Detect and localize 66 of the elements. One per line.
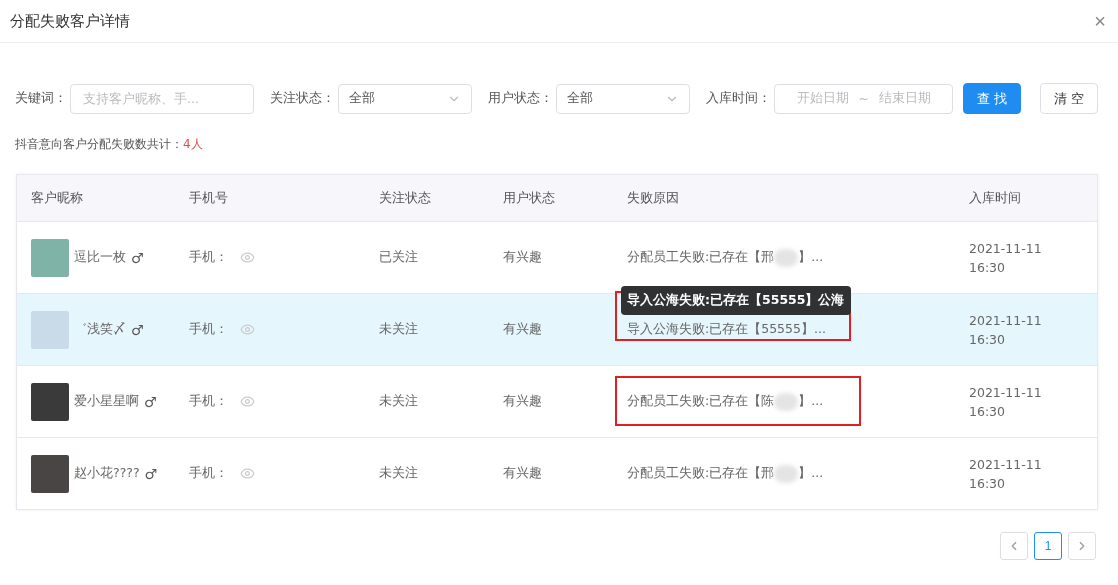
time-text: 16:30 [969,475,1007,491]
nickname-text: 爱小星星啊 [74,393,139,410]
follow-status-text: 未关注 [379,393,419,410]
eye-icon[interactable] [240,394,255,409]
follow-status-text: 未关注 [379,465,419,482]
column-header: 入库时间 [969,189,1022,207]
user-status-text: 有兴趣 [503,321,543,338]
nickname-text: 逗比一枚 [74,249,126,266]
photo-placeholder [31,310,69,349]
reason-text: 导入公海失败:已存在【55555】... [627,321,826,338]
keyword-label: 关键词： [15,90,67,107]
time-text: 16:30 [969,331,1007,347]
reason-text: 分配员工失败:已存在【陈 [627,393,775,410]
gender-text: ♂ [144,393,157,410]
gender-text: ♂ [131,249,144,266]
eye-icon[interactable] [240,322,255,337]
photo-placeholder [31,238,69,277]
summary-text: 抖音意向客户分配失败数共计：4人 [14,136,204,153]
column-header: 关注状态 [379,189,432,207]
user-status-text: 有兴趣 [503,465,543,482]
column-header: 客户昵称 [31,189,84,207]
photo-placeholder [31,454,69,493]
nickname-text: 赵小花???? [74,465,140,482]
close-button[interactable]: × [1094,9,1106,33]
ellipsis-text: 】... [798,393,824,410]
phone-label: 手机： [189,393,228,410]
date-text: 2021-11-11 [969,312,1043,328]
gender-text: ♂ [144,465,158,482]
user-status-select[interactable]: 全部 [556,83,691,114]
date-range-field[interactable]: 开始日期 ~ 结束日期 [774,83,954,114]
time-text: 16:30 [969,259,1007,275]
phone-label: 手机： [189,465,228,482]
time-text: 16:30 [969,403,1007,419]
dialog-title: 分配失败客户详情 [10,11,130,31]
date-text: 2021-11-11 [969,456,1043,472]
tooltip: 导入公海失败:已存在【55555】公海 [621,286,851,315]
reason-text: 分配员工失败:已存在【邢 [627,465,775,482]
follow-status-select[interactable]: 全部 [338,83,473,114]
page-button[interactable]: 1 [1034,532,1062,560]
column-header: 失败原因 [627,189,680,207]
photo-placeholder [31,382,69,421]
previous-page-button[interactable] [1000,532,1028,560]
keyword-field[interactable]: 支持客户昵称、手... [70,83,255,114]
column-header: 手机号 [189,189,229,207]
search-button[interactable]: 查 找 [963,83,1022,114]
follow-status-text: 未关注 [379,321,419,338]
clear-button[interactable]: 清 空 [1040,83,1098,114]
follow-status-label: 关注状态： [270,90,336,107]
date-text: 2021-11-11 [969,384,1043,400]
user-status-text: 有兴趣 [503,393,543,410]
eye-icon[interactable] [240,466,255,481]
user-status-text: 有兴趣 [503,249,543,266]
next-page-button[interactable] [1068,532,1096,560]
phone-label: 手机： [189,249,228,266]
user-status-label: 用户状态： [488,90,554,107]
follow-status-text: 已关注 [379,249,419,266]
column-header: 用户状态 [503,189,556,207]
nickname-text: ゛浅笑〆 [74,321,126,338]
date-text: 2021-11-11 [969,240,1043,256]
eye-icon[interactable] [240,250,255,265]
reason-text: 分配员工失败:已存在【邢 [627,249,775,266]
ellipsis-text: 】... [798,249,824,266]
phone-label: 手机： [189,321,228,338]
gender-text: ♂ [131,321,144,338]
date-label: 入库时间： [706,90,772,107]
ellipsis-text: 】... [798,465,824,482]
